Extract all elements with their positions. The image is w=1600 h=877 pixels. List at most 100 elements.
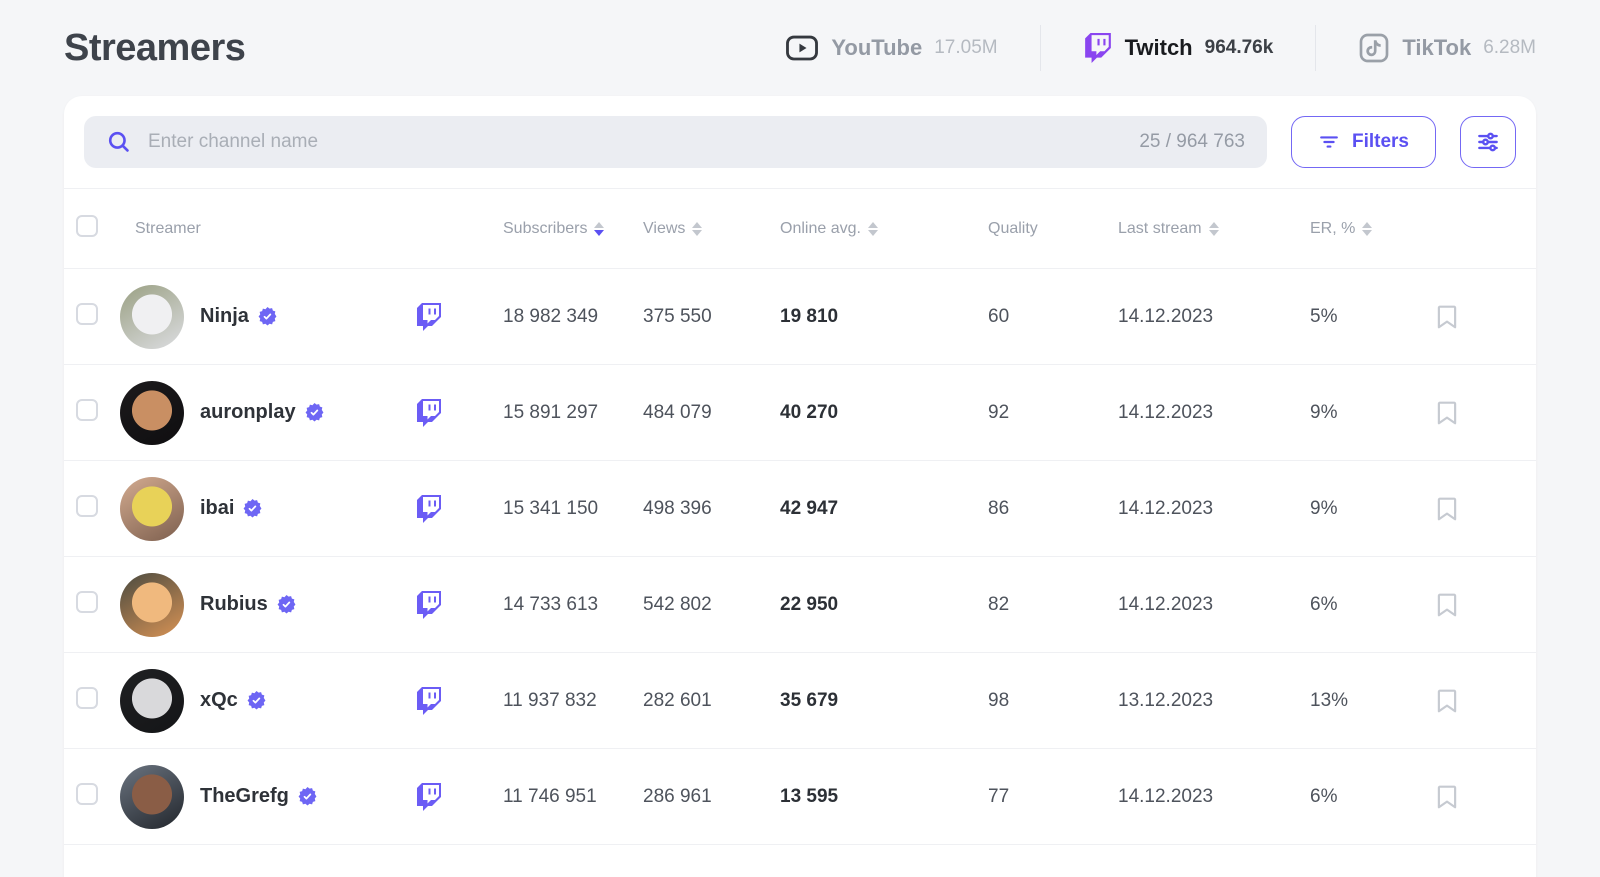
- subscribers-value: 11 937 832: [503, 690, 643, 712]
- row-checkbox[interactable]: [76, 495, 98, 517]
- column-header-last-stream[interactable]: Last stream: [1118, 220, 1310, 238]
- last-stream-value: 14.12.2023: [1118, 594, 1310, 616]
- online-avg-value: 42 947: [780, 498, 988, 520]
- row-checkbox[interactable]: [76, 687, 98, 709]
- table-row: ibai 15 341 150 498 396 42 947 86 14.12.…: [64, 460, 1536, 556]
- last-stream-value: 14.12.2023: [1118, 306, 1310, 328]
- tiktok-icon: [1358, 32, 1390, 64]
- streamer-name[interactable]: auronplay: [200, 401, 296, 424]
- quality-value: 98: [988, 690, 1118, 712]
- tab-twitch[interactable]: Twitch 964.76k: [1041, 33, 1316, 63]
- search-row: 25 / 964 763 Filters: [64, 96, 1536, 188]
- verified-badge-icon: [277, 595, 296, 614]
- bookmark-button[interactable]: [1436, 784, 1458, 810]
- bookmark-button[interactable]: [1436, 688, 1458, 714]
- table-row: TheGrefg 11 746 951 286 961 13 595 77 14…: [64, 748, 1536, 844]
- twitch-platform-icon: [415, 687, 503, 715]
- sort-icon: [868, 222, 878, 236]
- streamer-name[interactable]: xQc: [200, 689, 238, 712]
- filter-icon: [1318, 131, 1340, 153]
- row-checkbox[interactable]: [76, 303, 98, 325]
- sort-icon: [1209, 222, 1219, 236]
- column-header-subscribers[interactable]: Subscribers: [503, 220, 643, 238]
- select-all-checkbox[interactable]: [76, 215, 98, 237]
- subscribers-value: 11 746 951: [503, 786, 643, 808]
- sort-icon: [692, 222, 702, 236]
- bookmark-button[interactable]: [1436, 400, 1458, 426]
- table-body: Ninja 18 982 349 375 550 19 810 60 14.12…: [64, 268, 1536, 844]
- verified-badge-icon: [305, 403, 324, 422]
- twitch-platform-icon: [415, 399, 503, 427]
- views-value: 282 601: [643, 690, 780, 712]
- result-counter: 25 / 964 763: [1139, 131, 1245, 153]
- column-header-online-avg[interactable]: Online avg.: [780, 220, 988, 238]
- column-header-streamer: Streamer: [108, 220, 415, 238]
- twitch-platform-icon: [415, 495, 503, 523]
- views-value: 498 396: [643, 498, 780, 520]
- er-value: 6%: [1310, 786, 1436, 808]
- last-stream-value: 13.12.2023: [1118, 690, 1310, 712]
- tab-youtube[interactable]: YouTube 17.05M: [743, 31, 1039, 65]
- column-header-views[interactable]: Views: [643, 220, 780, 238]
- online-avg-value: 13 595: [780, 786, 988, 808]
- search-icon: [106, 129, 132, 155]
- streamers-card: 25 / 964 763 Filters Streamer Subscriber…: [64, 96, 1536, 877]
- bookmark-button[interactable]: [1436, 592, 1458, 618]
- sort-icon: [594, 222, 604, 236]
- views-value: 484 079: [643, 402, 780, 424]
- quality-value: 77: [988, 786, 1118, 808]
- online-avg-value: 40 270: [780, 402, 988, 424]
- avatar: [120, 381, 184, 445]
- bookmark-button[interactable]: [1436, 304, 1458, 330]
- table-row-partial: [64, 844, 1536, 877]
- page-title: Streamers: [64, 27, 245, 70]
- verified-badge-icon: [243, 499, 262, 518]
- quality-value: 60: [988, 306, 1118, 328]
- bookmark-button[interactable]: [1436, 496, 1458, 522]
- er-value: 9%: [1310, 402, 1436, 424]
- avatar: [120, 765, 184, 829]
- verified-badge-icon: [247, 691, 266, 710]
- sliders-icon: [1475, 129, 1501, 155]
- quality-value: 92: [988, 402, 1118, 424]
- youtube-icon: [785, 31, 819, 65]
- table-row: xQc 11 937 832 282 601 35 679 98 13.12.2…: [64, 652, 1536, 748]
- search-input[interactable]: [148, 131, 1123, 153]
- streamer-name[interactable]: Ninja: [200, 305, 249, 328]
- last-stream-value: 14.12.2023: [1118, 498, 1310, 520]
- views-value: 375 550: [643, 306, 780, 328]
- verified-badge-icon: [298, 787, 317, 806]
- er-value: 13%: [1310, 690, 1436, 712]
- filters-button[interactable]: Filters: [1291, 116, 1436, 168]
- twitch-platform-icon: [415, 591, 503, 619]
- twitch-platform-icon: [415, 783, 503, 811]
- verified-badge-icon: [258, 307, 277, 326]
- twitch-icon: [1083, 33, 1113, 63]
- row-checkbox[interactable]: [76, 591, 98, 613]
- avatar: [120, 573, 184, 637]
- column-header-er[interactable]: ER, %: [1310, 220, 1436, 238]
- subscribers-value: 14 733 613: [503, 594, 643, 616]
- tab-tiktok[interactable]: TikTok 6.28M: [1316, 32, 1536, 64]
- row-checkbox[interactable]: [76, 399, 98, 421]
- table-settings-button[interactable]: [1460, 116, 1516, 168]
- search-box: 25 / 964 763: [84, 116, 1267, 168]
- row-checkbox[interactable]: [76, 783, 98, 805]
- quality-value: 86: [988, 498, 1118, 520]
- avatar: [120, 669, 184, 733]
- online-avg-value: 19 810: [780, 306, 988, 328]
- subscribers-value: 15 341 150: [503, 498, 643, 520]
- er-value: 9%: [1310, 498, 1436, 520]
- table-header: Streamer Subscribers Views Online avg.: [64, 188, 1536, 268]
- streamer-name[interactable]: TheGrefg: [200, 785, 289, 808]
- online-avg-value: 35 679: [780, 690, 988, 712]
- streamer-name[interactable]: Rubius: [200, 593, 268, 616]
- avatar: [120, 285, 184, 349]
- er-value: 6%: [1310, 594, 1436, 616]
- platform-tabs: YouTube 17.05M Twitch 964.76k TikTok 6.2…: [743, 25, 1536, 71]
- streamer-name[interactable]: ibai: [200, 497, 234, 520]
- sort-icon: [1362, 222, 1372, 236]
- subscribers-value: 18 982 349: [503, 306, 643, 328]
- views-value: 286 961: [643, 786, 780, 808]
- last-stream-value: 14.12.2023: [1118, 402, 1310, 424]
